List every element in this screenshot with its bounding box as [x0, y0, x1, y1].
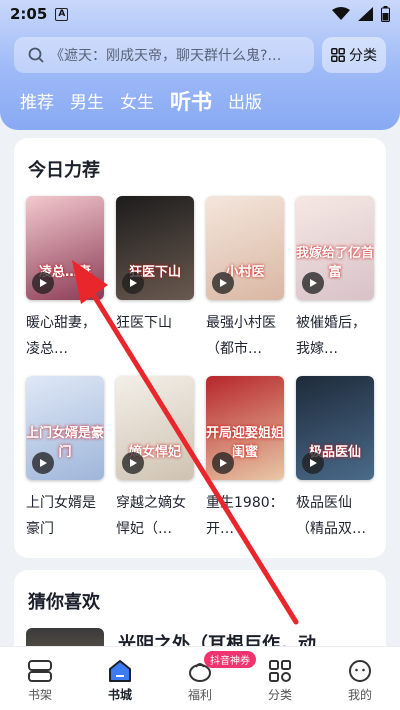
book-item[interactable]: 开局迎娶姐姐闺蜜重生1980：开…	[206, 376, 284, 542]
book-title: 穿越之嫡女悍妃（…	[116, 495, 186, 537]
tab-female[interactable]: 女生	[120, 91, 154, 115]
section-title: 今日力荐	[28, 160, 100, 181]
book-cover: 极品医仙	[296, 376, 374, 480]
book-title: 狂医下山	[116, 315, 172, 331]
status-bar: 2:05 A	[0, 0, 400, 28]
book-item[interactable]: 嫡女悍妃穿越之嫡女悍妃（…	[116, 376, 194, 542]
category-label: 分类	[349, 48, 377, 64]
search-row: 《遮天：刚成天帝，聊天群什么鬼?… 分类	[14, 37, 386, 73]
book-title: 最强小村医（都市…	[206, 315, 276, 357]
search-input[interactable]: 《遮天：刚成天帝，聊天群什么鬼?…	[14, 37, 314, 73]
book-item[interactable]: 小村医最强小村医（都市…	[206, 196, 284, 362]
today-pick-card: 今日力荐 凌总…妻 暖心甜妻，凌总… 狂医下山 狂医下山 小村医 最强小村医（都市… 我嫁给…	[14, 138, 386, 558]
nav-label: 分类	[267, 688, 292, 702]
nav-label: 福利	[187, 688, 212, 702]
notification-badge: A	[55, 7, 69, 21]
section-title: 猜你喜欢	[28, 592, 100, 613]
nav-label: 我的	[347, 688, 372, 702]
play-icon[interactable]	[302, 452, 324, 474]
book-title: 暖心甜妻，凌总…	[26, 315, 96, 357]
play-icon[interactable]	[32, 452, 54, 474]
nav-label: 书城	[107, 688, 132, 702]
book-cover: 开局迎娶姐姐闺蜜	[206, 376, 284, 480]
nav-category[interactable]: 分类	[240, 647, 320, 710]
tab-male[interactable]: 男生	[70, 91, 104, 115]
category-button[interactable]: 分类	[322, 37, 386, 73]
nav-label: 书架	[27, 688, 52, 702]
book-cover: 嫡女悍妃	[116, 376, 194, 480]
book-item[interactable]: 极品医仙极品医仙（精品双…	[296, 376, 374, 542]
tab-recommend[interactable]: 推荐	[20, 91, 54, 115]
nav-welfare[interactable]: 抖音神券 福利	[160, 647, 256, 710]
book-cover: 小村医	[206, 196, 284, 300]
battery-icon	[381, 6, 390, 22]
grid-icon	[269, 660, 291, 682]
book-title: 重生1980：开…	[206, 495, 284, 537]
signal-icon	[358, 7, 373, 21]
play-icon[interactable]	[212, 272, 234, 294]
book-title: 极品医仙（精品双…	[296, 495, 366, 537]
status-time: 2:05	[10, 5, 48, 23]
play-icon[interactable]	[122, 272, 144, 294]
grid-icon	[331, 48, 345, 62]
nav-profile[interactable]: 我的	[320, 647, 400, 710]
book-cover: 上门女婿是豪门	[26, 376, 104, 480]
book-item[interactable]: 上门女婿是豪门 上门女婿是豪门	[26, 376, 104, 542]
book-cover: 我嫁给了亿首富	[296, 196, 374, 300]
channel-tabs: 推荐 男生 女生 听书 出版	[20, 89, 262, 115]
book-item[interactable]: 狂医下山 狂医下山	[116, 196, 194, 362]
nav-bookshelf[interactable]: 书架	[0, 647, 80, 710]
wifi-icon	[332, 7, 350, 20]
bookstore-icon	[109, 660, 131, 682]
play-icon[interactable]	[212, 452, 234, 474]
nav-bookstore[interactable]: 书城	[80, 647, 160, 710]
play-icon[interactable]	[122, 452, 144, 474]
book-cover: 凌总…妻	[26, 196, 104, 300]
tab-audiobook[interactable]: 听书	[170, 89, 212, 115]
book-item[interactable]: 凌总…妻暖心甜妻，凌总…	[26, 196, 104, 362]
search-placeholder: 《遮天：刚成天帝，聊天群什么鬼?…	[50, 48, 282, 64]
search-icon	[28, 47, 44, 63]
book-cover: 狂医下山	[116, 196, 194, 300]
book-title: 上门女婿是豪门	[26, 495, 96, 537]
book-item[interactable]: 我嫁给了亿首富被催婚后，我嫁…	[296, 196, 374, 362]
bottom-nav: 书架 书城 抖音神券 福利 分类 我的	[0, 646, 400, 710]
profile-icon	[349, 660, 371, 682]
play-icon[interactable]	[302, 272, 324, 294]
tab-publish[interactable]: 出版	[228, 91, 262, 115]
play-icon[interactable]	[32, 272, 54, 294]
bookshelf-icon	[28, 660, 52, 682]
book-title: 被催婚后，我嫁…	[296, 315, 366, 357]
status-icons	[332, 6, 390, 22]
